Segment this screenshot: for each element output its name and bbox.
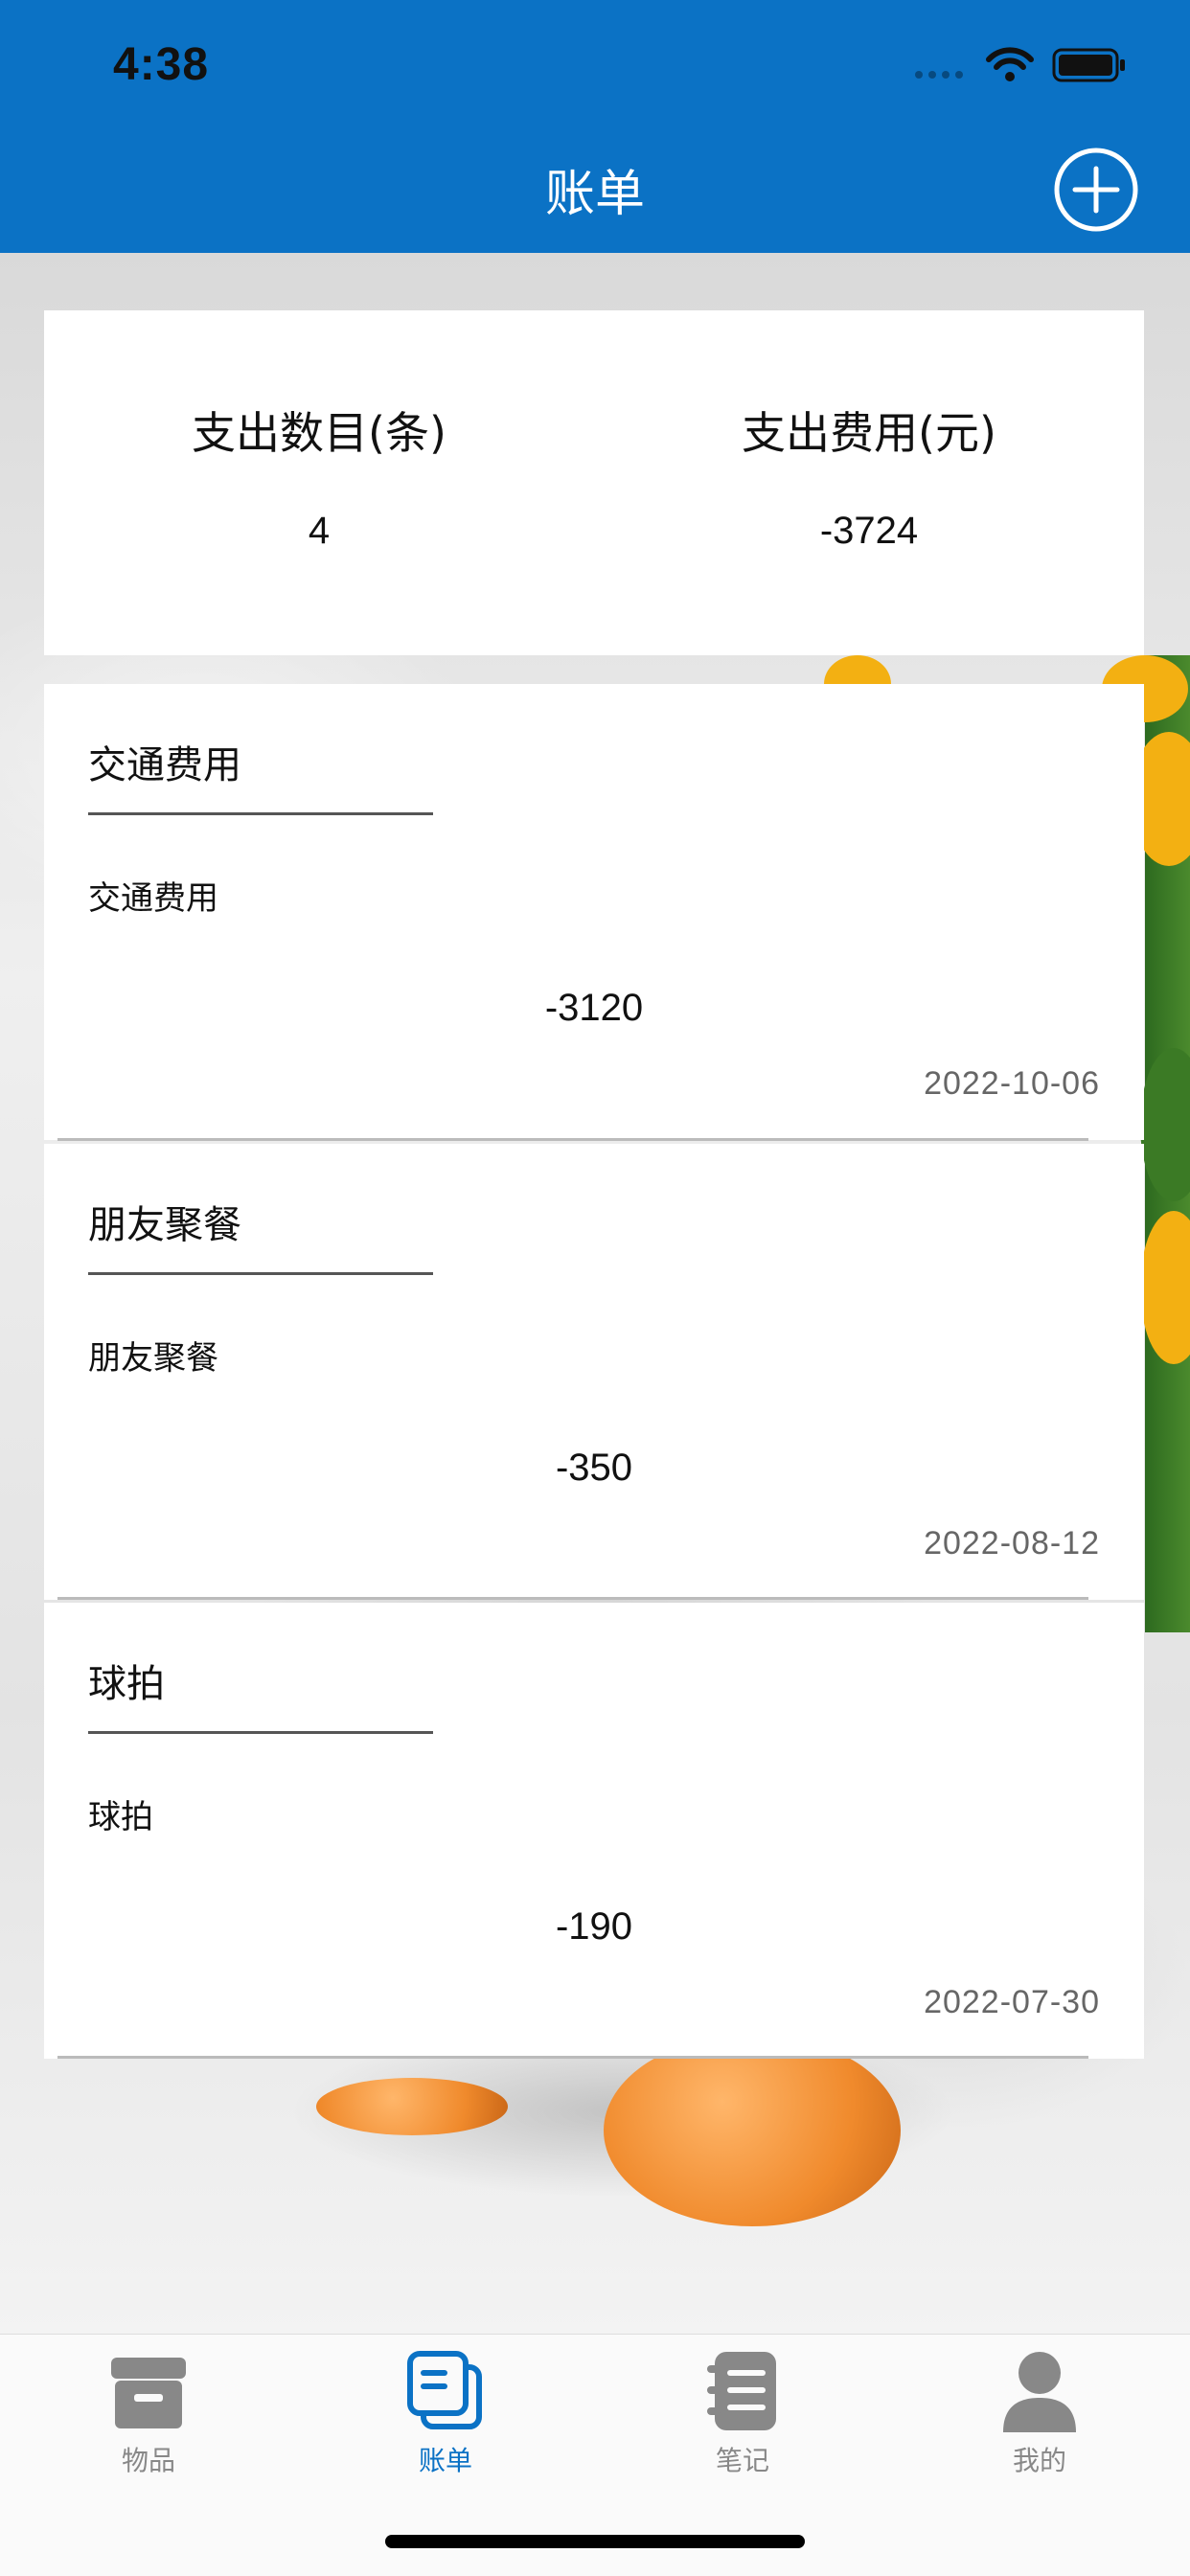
bill-date: 2022-08-12 bbox=[924, 1525, 1100, 1562]
status-time: 4:38 bbox=[113, 39, 210, 90]
tab-label: 物品 bbox=[121, 2445, 175, 2476]
home-indicator bbox=[385, 2535, 805, 2548]
expense-amount-value: -3724 bbox=[819, 510, 919, 552]
notebook-icon bbox=[707, 2352, 776, 2430]
battery-icon bbox=[1052, 48, 1125, 82]
expense-count-label: 支出数目(条) bbox=[192, 407, 446, 459]
expense-amount-stat: 支出费用(元) -3724 bbox=[594, 310, 1144, 655]
bill-description: 交通费用 bbox=[88, 879, 218, 918]
wifi-icon bbox=[986, 47, 1034, 81]
card-divider bbox=[57, 1597, 1088, 1600]
expense-count-value: 4 bbox=[308, 510, 331, 552]
expense-amount-label: 支出费用(元) bbox=[742, 407, 996, 459]
bill-date: 2022-07-30 bbox=[924, 1984, 1100, 2020]
user-icon bbox=[1003, 2352, 1076, 2432]
card-divider bbox=[57, 1138, 1088, 1141]
tab-notes[interactable]: 笔记 bbox=[594, 2335, 891, 2507]
bill-title: 交通费用 bbox=[88, 743, 241, 787]
bill-amount: -350 bbox=[555, 1447, 633, 1489]
box-icon bbox=[111, 2358, 186, 2428]
bill-title: 球拍 bbox=[88, 1662, 165, 1706]
orange-fruit bbox=[316, 2078, 508, 2135]
tab-label: 我的 bbox=[1012, 2445, 1066, 2476]
bill-date: 2022-10-06 bbox=[924, 1065, 1100, 1102]
tab-label: 账单 bbox=[418, 2445, 472, 2476]
add-button[interactable] bbox=[1052, 146, 1140, 234]
cellular-signal-icon bbox=[915, 71, 963, 79]
card-divider bbox=[57, 2056, 1088, 2059]
bill-card[interactable]: 朋友聚餐 朋友聚餐 -350 2022-08-12 bbox=[44, 1144, 1144, 1600]
bill-card[interactable]: 交通费用 交通费用 -3120 2022-10-06 bbox=[44, 684, 1144, 1140]
bill-title: 朋友聚餐 bbox=[88, 1203, 241, 1247]
bill-card[interactable]: 球拍 球拍 -190 2022-07-30 bbox=[44, 1603, 1144, 2059]
title-underline bbox=[88, 1272, 433, 1275]
summary-card: 支出数目(条) 4 支出费用(元) -3724 bbox=[44, 310, 1144, 655]
bill-description: 朋友聚餐 bbox=[88, 1339, 218, 1378]
expense-count-stat: 支出数目(条) 4 bbox=[44, 310, 594, 655]
tab-label: 笔记 bbox=[715, 2445, 769, 2476]
tab-bills[interactable]: 账单 bbox=[297, 2335, 594, 2507]
nav-bar: 4:38 账单 bbox=[0, 0, 1190, 253]
orange-fruit bbox=[604, 2035, 901, 2226]
bill-description: 球拍 bbox=[88, 1798, 153, 1836]
title-underline bbox=[88, 1731, 433, 1734]
tab-items[interactable]: 物品 bbox=[0, 2335, 297, 2507]
tab-me[interactable]: 我的 bbox=[891, 2335, 1188, 2507]
bill-amount: -3120 bbox=[544, 987, 644, 1029]
title-underline bbox=[88, 812, 433, 815]
bill-icon bbox=[407, 2351, 482, 2429]
bill-amount: -190 bbox=[555, 1905, 633, 1948]
page-title: 账单 bbox=[544, 166, 645, 223]
